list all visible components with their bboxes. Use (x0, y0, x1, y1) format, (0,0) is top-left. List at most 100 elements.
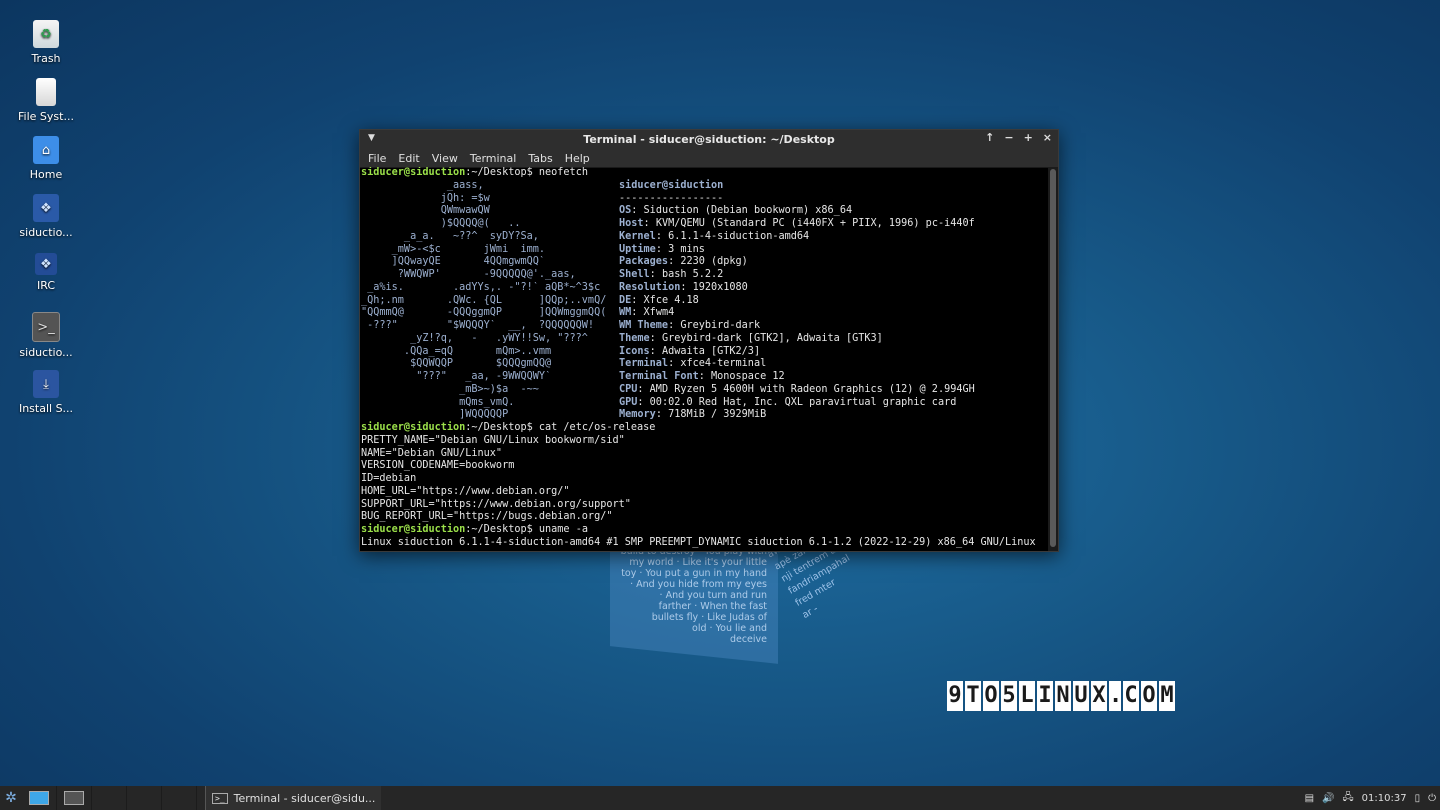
power-icon[interactable]: ⏻ (1428, 793, 1436, 804)
info-label: WM (619, 307, 632, 319)
irc-icon: ❖ (35, 253, 57, 275)
neofetch-info-line: Uptime: 3 mins (619, 244, 1047, 257)
neofetch-info-line: Icons: Adwaita [GTK2/3] (619, 346, 1047, 359)
info-value: : Siduction (Debian bookworm) x86_64 (631, 205, 853, 217)
menu-help[interactable]: Help (565, 152, 590, 165)
neofetch-row: -???" "$WQQQY` __, ?QQQQQQW! WM Theme: Gr… (361, 320, 1047, 333)
terminal-output[interactable]: siducer@siduction:~/Desktop$ neofetch _a… (360, 167, 1047, 551)
terminal-window[interactable]: ▼ Terminal - siducer@siduction: ~/Deskto… (359, 129, 1059, 552)
neofetch-info-line: Terminal Font: Monospace 12 (619, 371, 1047, 384)
desktop-icon-filesystem[interactable]: File Syst... (8, 78, 84, 123)
neofetch-info-line: Packages: 2230 (dpkg) (619, 256, 1047, 269)
desktop-icon-label: Home (29, 168, 63, 181)
desktop-icon-trash[interactable]: ♻ Trash (8, 20, 84, 65)
lyric-line: · And you hide from my eyes (630, 579, 767, 590)
network-icon[interactable]: 🖧 (1342, 790, 1353, 807)
prompt-path: :~/Desktop (465, 422, 527, 433)
neofetch-row: ]QQwayQE 4QQmgwmQQ` Packages: 2230 (dpkg) (361, 256, 1047, 269)
watermark-letter: N (1055, 681, 1071, 711)
info-value: : 00:02.0 Red Hat, Inc. QXL paravirtual … (637, 396, 957, 408)
info-label: Theme (619, 332, 650, 344)
neofetch-info-line: Terminal: xfce4-terminal (619, 358, 1047, 371)
menu-edit[interactable]: Edit (398, 152, 419, 165)
desktop-icon-terminal-launcher[interactable]: >_ siductio... (8, 312, 84, 359)
neofetch-logo-line: ]WQQQQQP (361, 409, 509, 421)
neofetch-info-line: siducer@siduction (619, 180, 1047, 193)
desktop-icon-installer[interactable]: ⤓ Install S... (8, 370, 84, 415)
info-value: : Adwaita [GTK2/3] (649, 345, 761, 357)
volume-icon[interactable]: 🔊 (1322, 793, 1334, 804)
battery-icon[interactable]: ▯ (1415, 793, 1421, 804)
close-button[interactable]: × (1043, 131, 1052, 144)
watermark-letter: X (1091, 681, 1107, 711)
os-release-line: SUPPORT_URL="https://www.debian.org/supp… (361, 498, 631, 510)
neofetch-logo-line: -???" "$WQQQY` __, ?QQQQQQW! (361, 320, 595, 331)
neofetch-logo-line: _mW>-<$c jWmi imm. (361, 243, 546, 255)
installer-icon: ⤓ (33, 370, 59, 398)
neofetch-row: _a_a. ~??^ syDY?Sa, Kernel: 6.1.1-4-siduc… (361, 231, 1047, 244)
info-label: CPU (619, 383, 638, 395)
menu-view[interactable]: View (432, 152, 458, 165)
window-titlebar[interactable]: ▼ Terminal - siducer@siduction: ~/Deskto… (360, 130, 1058, 149)
workspace-5[interactable] (162, 786, 197, 810)
workspace-2[interactable] (57, 786, 92, 810)
desktop-icon-siduction[interactable]: ❖ siductio... (8, 194, 84, 239)
os-release-line: VERSION_CODENAME=bookworm (361, 460, 515, 472)
taskbar-task-terminal[interactable]: >_ Terminal - siducer@sidu... (205, 786, 382, 810)
desktop-icon-home[interactable]: ⌂ Home (8, 136, 84, 181)
info-label: Packages (619, 256, 669, 268)
lyric-line: farther · When the fast (658, 601, 767, 612)
terminal-scrollbar[interactable] (1048, 167, 1058, 551)
neofetch-info-line: ----------------- (619, 193, 1047, 206)
wallpaper-lyrics: build to destroy · You play with my worl… (612, 546, 767, 645)
watermark-letter: . (1109, 681, 1122, 711)
neofetch-logo-line: _a%is. .adYYs,. -"?!` aQB*~^3$c (361, 281, 601, 293)
neofetch-row: mQms_vmQ. GPU: 00:02.0 Red Hat, Inc. QXL … (361, 397, 1047, 410)
os-release-line: HOME_URL="https://www.debian.org/" (361, 485, 570, 497)
menu-file[interactable]: File (368, 152, 386, 165)
info-label: WM Theme (619, 320, 669, 331)
scrollbar-thumb[interactable] (1050, 169, 1056, 547)
lyric-line: old · You lie and (692, 623, 767, 634)
workspace-4[interactable] (127, 786, 162, 810)
info-value: : 3 mins (655, 243, 705, 255)
workspace-1[interactable] (22, 786, 57, 810)
prompt-user: siducer@siduction (361, 524, 466, 535)
prompt-user: siducer@siduction (361, 167, 466, 178)
neofetch-info-line: OS: Siduction (Debian bookworm) x86_64 (619, 205, 1047, 218)
menu-terminal[interactable]: Terminal (470, 152, 517, 165)
menu-tabs[interactable]: Tabs (528, 152, 552, 165)
keep-above-button[interactable]: ↑ (985, 131, 994, 144)
info-label: OS (619, 205, 632, 217)
watermark-letter: T (965, 681, 981, 711)
minimize-button[interactable]: − (1004, 131, 1013, 144)
command: $ cat /etc/os-release (526, 422, 656, 433)
neofetch-logo-line: "???" _aa, -9WWQQWY` (361, 371, 552, 382)
whisker-menu-button[interactable]: ✲ (0, 786, 22, 810)
info-value: : Greybird-dark [GTK2], Adwaita [GTK3] (649, 332, 883, 344)
workspace-3[interactable] (92, 786, 127, 810)
neofetch-row: jQh: =$w ----------------- (361, 193, 1047, 206)
neofetch-row: .QQa_=qQ mQm>..vmm Icons: Adwaita [GTK2/3… (361, 346, 1047, 359)
maximize-button[interactable]: + (1024, 131, 1033, 144)
neofetch-info-line: WM: Xfwm4 (619, 307, 1047, 320)
clipboard-icon[interactable]: ▤ (1305, 793, 1314, 804)
lyric-line: bullets fly · Like Judas of (651, 612, 767, 623)
neofetch-row: ]WQQQQQP Memory: 718MiB / 3929MiB (361, 409, 1047, 422)
uname-output: Linux siduction 6.1.1-4-siduction-amd64 … (361, 536, 1036, 548)
lyric-line: deceive (729, 634, 767, 645)
trash-icon: ♻ (33, 20, 59, 48)
task-label: Terminal - siducer@sidu... (233, 791, 376, 805)
command: $ neofetch (526, 167, 588, 178)
lyric-line: toy · You put a gun in my hand (621, 568, 767, 579)
clock[interactable]: 01:10:37 (1362, 793, 1407, 804)
neofetch-row: _mW>-<$c jWmi imm. Uptime: 3 mins (361, 244, 1047, 257)
watermark-letter: U (1073, 681, 1089, 711)
info-value: : 1920x1080 (680, 281, 748, 293)
watermark-letter: O (983, 681, 999, 711)
neofetch-logo-line: _yZ!?q, - .yWY!!Sw, "???^ (361, 332, 588, 344)
desktop-icon-irc[interactable]: ❖ IRC (8, 253, 84, 292)
neofetch-logo-line: ]QQwayQE 4QQmgwmQQ` (361, 256, 546, 268)
prompt-path: :~/Desktop (465, 167, 527, 178)
neofetch-row: "QQmmQ@ -QQQggmQP ]QQWmggmQQ(WM: Xfwm4 (361, 307, 1047, 320)
